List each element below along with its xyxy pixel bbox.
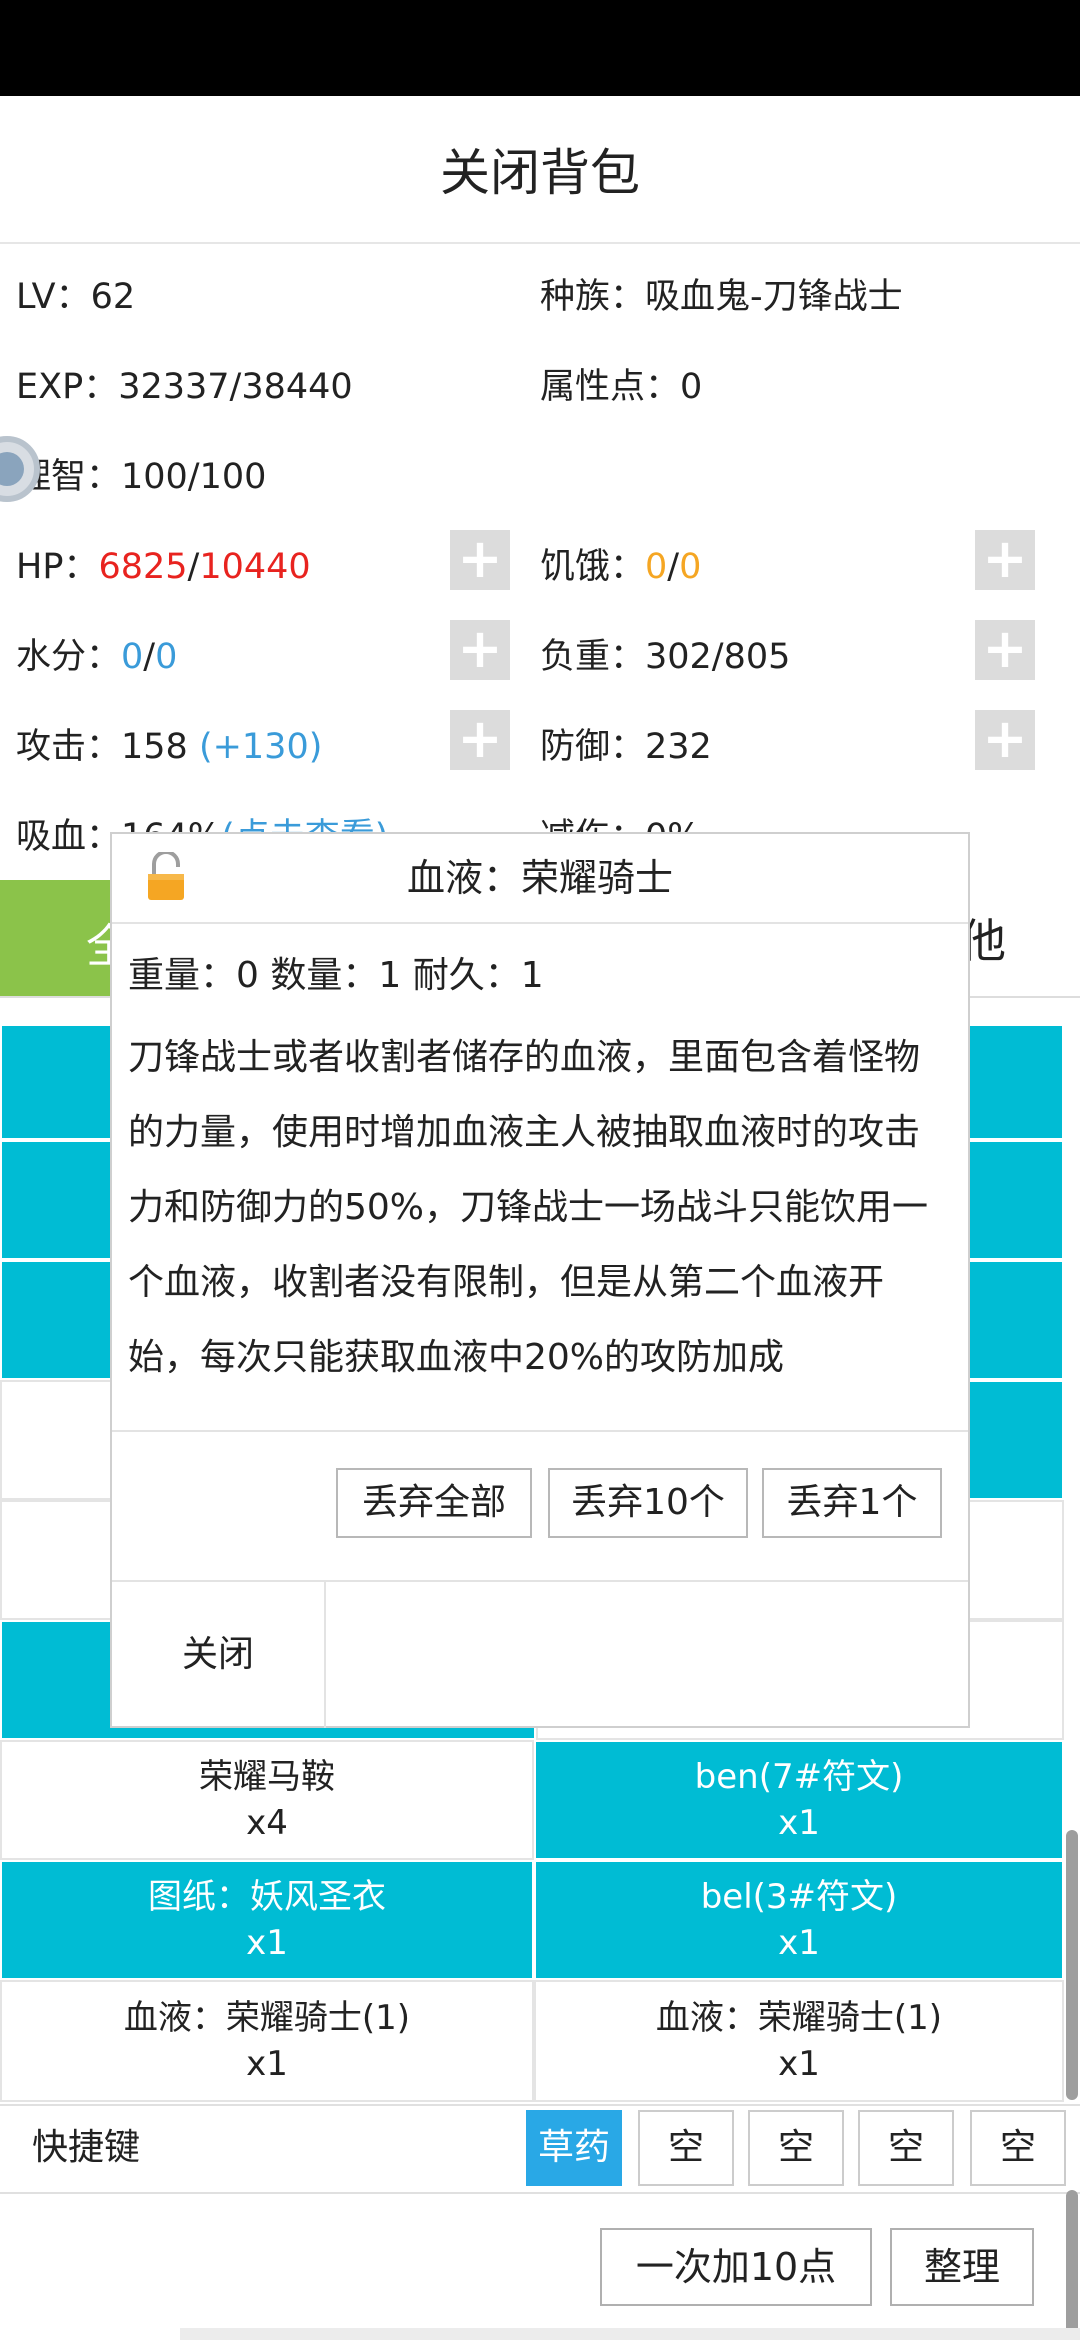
dialog-item-description: 刀锋战士或者收割者储存的血液，里面包含着怪物的力量，使用时增加血液主人被抽取血液… bbox=[128, 1037, 929, 1378]
add-10-points-button[interactable]: 一次加10点 bbox=[600, 2228, 872, 2306]
attack-label: 攻击：158 bbox=[16, 727, 199, 767]
shortcut-slot[interactable]: 空 bbox=[858, 2110, 954, 2186]
item-name: 荣耀马鞍 bbox=[199, 1757, 335, 1797]
hunger-max: 0 bbox=[679, 547, 702, 587]
shortcut-slot[interactable]: 空 bbox=[748, 2110, 844, 2186]
item-qty: x1 bbox=[778, 1923, 820, 1963]
item-name: bel(3#符文) bbox=[700, 1877, 898, 1917]
item-cell[interactable]: 血液：荣耀骑士(1) x1 bbox=[534, 1980, 1064, 2102]
item-name: 图纸：妖风圣衣 bbox=[148, 1877, 386, 1917]
attack-bonus: (+130) bbox=[198, 727, 323, 767]
hunger-plus-button[interactable]: + bbox=[975, 530, 1035, 590]
item-qty: x1 bbox=[778, 1803, 820, 1843]
defense-plus-button[interactable]: + bbox=[975, 710, 1035, 770]
item-name: ben(7#符文) bbox=[694, 1757, 904, 1797]
dialog-title: 血液：荣耀骑士 bbox=[406, 856, 673, 900]
discard-1-button[interactable]: 丢弃1个 bbox=[762, 1468, 942, 1538]
dialog-divider bbox=[112, 1430, 968, 1432]
item-qty: x1 bbox=[246, 2044, 288, 2084]
level-text: LV：62 bbox=[16, 277, 136, 317]
shortcut-label: 快捷键 bbox=[32, 2127, 141, 2168]
discard-all-button[interactable]: 丢弃全部 bbox=[336, 1468, 532, 1538]
water-text: 水分：0/0 bbox=[16, 628, 177, 679]
item-cell[interactable]: 荣耀马鞍 x4 bbox=[0, 1740, 534, 1860]
discard-10-button[interactable]: 丢弃10个 bbox=[548, 1468, 748, 1538]
dialog-close-button[interactable]: 关闭 bbox=[112, 1582, 326, 1728]
load-plus-button[interactable]: + bbox=[975, 620, 1035, 680]
hp-label: HP： bbox=[16, 547, 99, 587]
attack-text: 攻击：158 (+130) bbox=[16, 718, 322, 769]
sort-button[interactable]: 整理 bbox=[890, 2228, 1034, 2306]
item-qty: x1 bbox=[778, 2044, 820, 2084]
hp-plus-button[interactable]: + bbox=[450, 530, 510, 590]
item-detail-dialog: 血液：荣耀骑士 重量：0 数量：1 耐久：1 刀锋战士或者收割者储存的血液，里面… bbox=[110, 832, 970, 1728]
water-sep: / bbox=[143, 637, 156, 677]
bottom-strip bbox=[180, 2328, 1080, 2340]
defense-text: 防御：232 bbox=[540, 727, 712, 767]
status-bar bbox=[0, 0, 1080, 96]
attribute-points-text: 属性点：0 bbox=[540, 367, 703, 407]
water-label: 水分： bbox=[16, 637, 122, 677]
dialog-item-stats: 重量：0 数量：1 耐久：1 bbox=[128, 955, 544, 996]
hp-max: 10440 bbox=[199, 547, 311, 587]
load-text: 负重：302/805 bbox=[540, 637, 791, 677]
item-list-scrollbar[interactable] bbox=[1066, 1830, 1078, 2100]
page-scrollbar[interactable] bbox=[1066, 2190, 1078, 2340]
item-name: 血液：荣耀骑士(1) bbox=[123, 1998, 411, 2038]
hp-sep: / bbox=[187, 547, 200, 587]
exp-text: EXP：32337/38440 bbox=[16, 367, 353, 407]
page-title: 关闭背包 bbox=[440, 144, 640, 202]
hp-current: 6825 bbox=[98, 547, 188, 587]
water-max: 0 bbox=[155, 637, 178, 677]
hunger-current: 0 bbox=[645, 547, 668, 587]
water-plus-button[interactable]: + bbox=[450, 620, 510, 680]
shortcut-slot[interactable]: 空 bbox=[970, 2110, 1066, 2186]
item-cell[interactable]: bel(3#符文) x1 bbox=[534, 1860, 1064, 1980]
item-qty: x4 bbox=[246, 1803, 288, 1843]
hunger-text: 饥饿：0/0 bbox=[540, 538, 701, 589]
item-cell[interactable]: 图纸：妖风圣衣 x1 bbox=[0, 1860, 534, 1980]
item-qty: x1 bbox=[246, 1923, 288, 1963]
item-cell[interactable]: ben(7#符文) x1 bbox=[534, 1740, 1064, 1860]
item-name: 血液：荣耀骑士(1) bbox=[655, 1998, 943, 2038]
tab-all[interactable]: 全 bbox=[0, 880, 132, 996]
item-cell[interactable]: 血液：荣耀骑士(1) x1 bbox=[0, 1980, 534, 2102]
race-text: 种族：吸血鬼-刀锋战士 bbox=[540, 277, 903, 317]
hunger-label: 饥饿： bbox=[540, 547, 646, 587]
hunger-sep: / bbox=[667, 547, 680, 587]
shortcut-slot[interactable]: 空 bbox=[638, 2110, 734, 2186]
close-backpack-header[interactable]: 关闭背包 bbox=[0, 96, 1080, 244]
shortcut-slot[interactable]: 草药 bbox=[526, 2110, 622, 2186]
water-current: 0 bbox=[121, 637, 144, 677]
sanity-text: 理智：100/100 bbox=[16, 457, 267, 497]
attack-plus-button[interactable]: + bbox=[450, 710, 510, 770]
hp-text: HP：6825/10440 bbox=[16, 538, 311, 589]
